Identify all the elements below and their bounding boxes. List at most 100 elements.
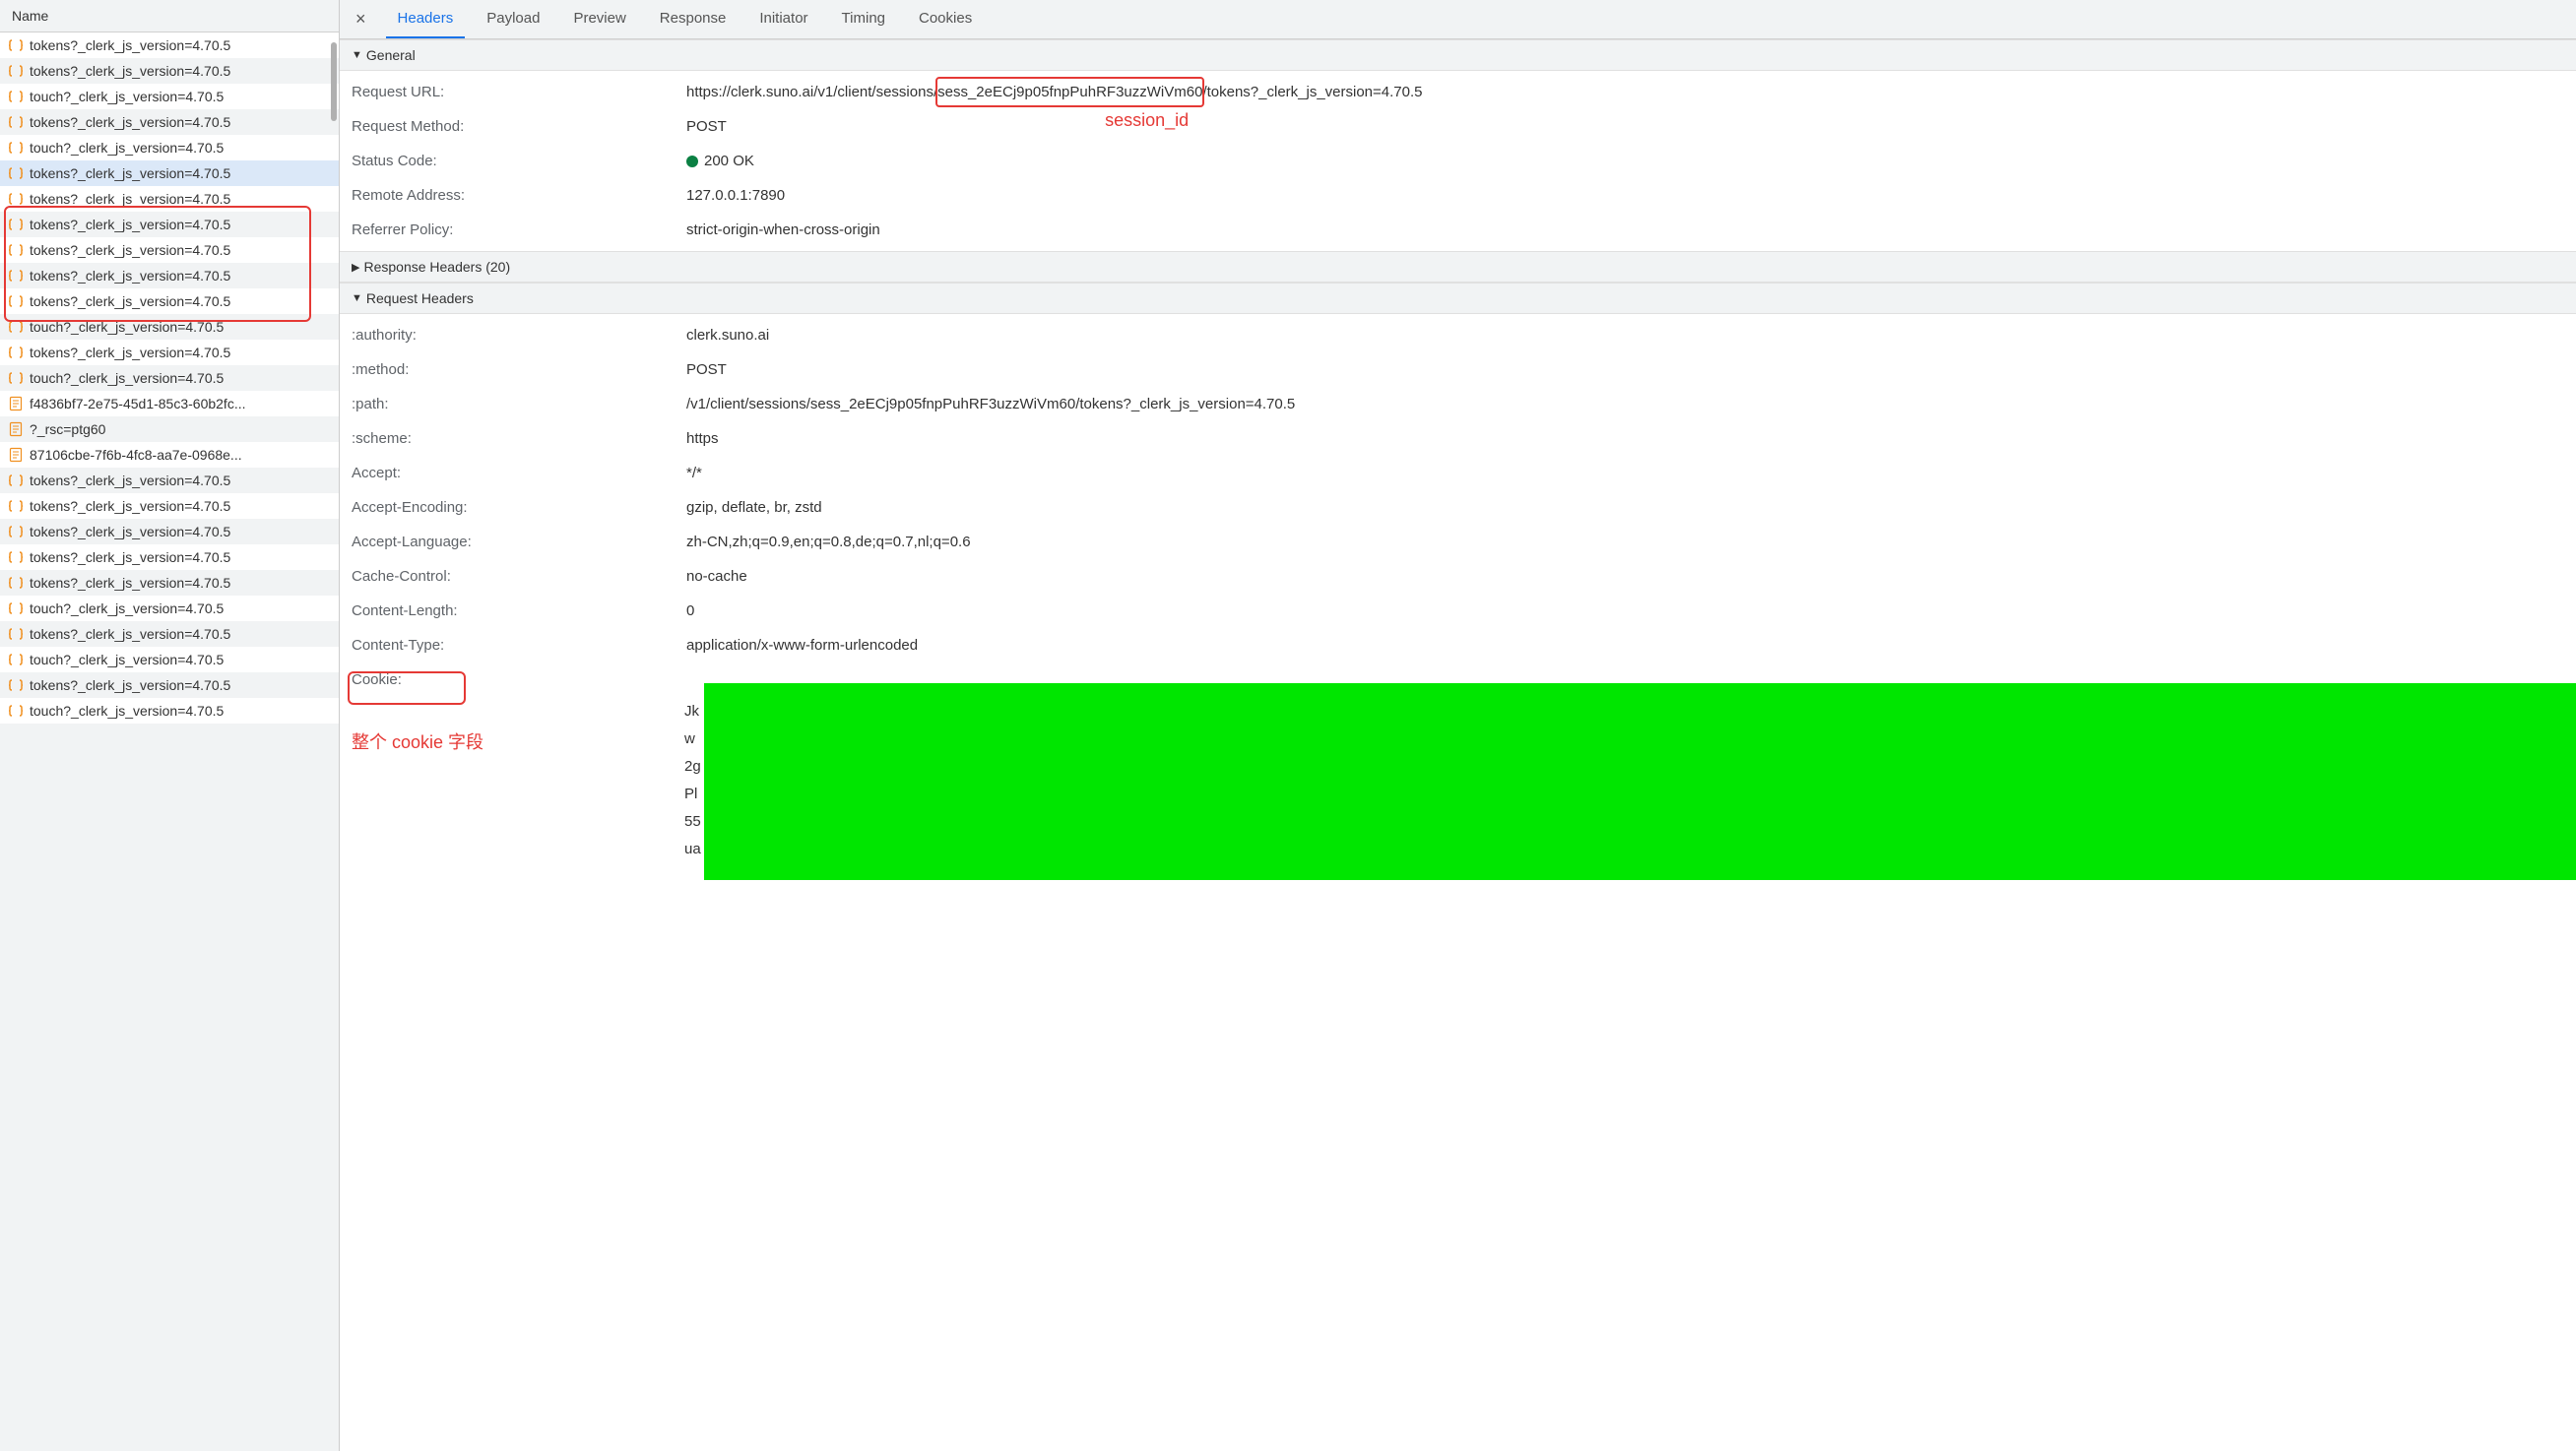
request-name: touch?_clerk_js_version=4.70.5 (30, 652, 224, 667)
request-row[interactable]: tokens?_clerk_js_version=4.70.5 (0, 570, 339, 596)
section-title-text: Response Headers (20) (363, 259, 510, 275)
request-name: tokens?_clerk_js_version=4.70.5 (30, 498, 230, 514)
header-key: Status Code: (352, 148, 686, 174)
json-icon (8, 242, 24, 258)
request-row[interactable]: touch?_clerk_js_version=4.70.5 (0, 84, 339, 109)
annotation-cookie-label: 整个 cookie 字段 (352, 728, 483, 754)
request-list[interactable]: tokens?_clerk_js_version=4.70.5tokens?_c… (0, 32, 339, 1451)
json-icon (8, 345, 24, 360)
section-header[interactable]: ▼General (340, 39, 2576, 71)
tab-initiator[interactable]: Initiator (747, 0, 819, 38)
request-name: tokens?_clerk_js_version=4.70.5 (30, 549, 230, 565)
header-row: :method:POST (340, 352, 2576, 387)
request-row[interactable]: touch?_clerk_js_version=4.70.5 (0, 314, 339, 340)
header-key: :scheme: (352, 425, 686, 452)
json-icon (8, 165, 24, 181)
header-value: https://clerk.suno.ai/v1/client/sessions… (686, 79, 2564, 105)
header-row: :authority:clerk.suno.ai (340, 318, 2576, 352)
header-row: Referrer Policy:strict-origin-when-cross… (340, 213, 2576, 247)
tab-cookies[interactable]: Cookies (907, 0, 984, 38)
request-row[interactable]: tokens?_clerk_js_version=4.70.5 (0, 288, 339, 314)
close-detail-button[interactable]: × (346, 3, 376, 35)
request-row[interactable]: touch?_clerk_js_version=4.70.5 (0, 135, 339, 160)
request-row[interactable]: tokens?_clerk_js_version=4.70.5 (0, 519, 339, 544)
header-key: Remote Address: (352, 182, 686, 209)
tab-timing[interactable]: Timing (830, 0, 897, 38)
request-name: touch?_clerk_js_version=4.70.5 (30, 600, 224, 616)
request-name: tokens?_clerk_js_version=4.70.5 (30, 63, 230, 79)
truncated-cookie-fragment: Pl (684, 786, 697, 802)
request-row[interactable]: tokens?_clerk_js_version=4.70.5 (0, 237, 339, 263)
request-row[interactable]: tokens?_clerk_js_version=4.70.5 (0, 58, 339, 84)
json-icon (8, 293, 24, 309)
header-key: Referrer Policy: (352, 217, 686, 243)
request-row[interactable]: touch?_clerk_js_version=4.70.5 (0, 647, 339, 672)
header-row: Remote Address:127.0.0.1:7890 (340, 178, 2576, 213)
request-row[interactable]: touch?_clerk_js_version=4.70.5 (0, 365, 339, 391)
doc-icon (8, 421, 24, 437)
request-name: tokens?_clerk_js_version=4.70.5 (30, 473, 230, 488)
header-row: Content-Length:0 (340, 594, 2576, 628)
header-value: 200 OK (686, 148, 2564, 174)
header-key: :path: (352, 391, 686, 417)
scrollbar-thumb[interactable] (331, 42, 337, 121)
request-row[interactable]: tokens?_clerk_js_version=4.70.5 (0, 544, 339, 570)
json-icon (8, 37, 24, 53)
request-row[interactable]: tokens?_clerk_js_version=4.70.5 (0, 32, 339, 58)
header-value: POST (686, 356, 2564, 383)
header-value: 127.0.0.1:7890 (686, 182, 2564, 209)
name-column-header: Name (12, 8, 48, 24)
request-row[interactable]: tokens?_clerk_js_version=4.70.5 (0, 621, 339, 647)
request-row[interactable]: touch?_clerk_js_version=4.70.5 (0, 596, 339, 621)
request-name: tokens?_clerk_js_version=4.70.5 (30, 345, 230, 360)
request-row[interactable]: tokens?_clerk_js_version=4.70.5 (0, 468, 339, 493)
json-icon (8, 191, 24, 207)
json-icon (8, 89, 24, 104)
header-value: /v1/client/sessions/sess_2eECj9p05fnpPuh… (686, 391, 2564, 417)
request-name: tokens?_clerk_js_version=4.70.5 (30, 217, 230, 232)
json-icon (8, 498, 24, 514)
header-key: Accept: (352, 460, 686, 486)
request-name: tokens?_clerk_js_version=4.70.5 (30, 37, 230, 53)
request-name: touch?_clerk_js_version=4.70.5 (30, 703, 224, 719)
request-row[interactable]: tokens?_clerk_js_version=4.70.5 (0, 340, 339, 365)
headers-content[interactable]: ▼GeneralRequest URL:https://clerk.suno.a… (340, 39, 2576, 1451)
annotation-session-id: sess_2eECj9p05fnpPuhRF3uzzWiVm60session_… (937, 79, 1202, 105)
request-row[interactable]: ?_rsc=ptg60 (0, 416, 339, 442)
request-row[interactable]: tokens?_clerk_js_version=4.70.5 (0, 160, 339, 186)
header-key: Content-Type: (352, 632, 686, 659)
header-value: application/x-www-form-urlencoded (686, 632, 2564, 659)
tab-preview[interactable]: Preview (561, 0, 637, 38)
request-name: touch?_clerk_js_version=4.70.5 (30, 89, 224, 104)
tab-headers[interactable]: Headers (386, 0, 466, 38)
request-list-header[interactable]: Name (0, 0, 339, 32)
json-icon (8, 268, 24, 284)
tab-response[interactable]: Response (648, 0, 739, 38)
request-row[interactable]: 87106cbe-7f6b-4fc8-aa7e-0968e... (0, 442, 339, 468)
header-row: :scheme:https (340, 421, 2576, 456)
request-name: tokens?_clerk_js_version=4.70.5 (30, 114, 230, 130)
request-name: touch?_clerk_js_version=4.70.5 (30, 140, 224, 156)
scrollbar-track (329, 32, 339, 1451)
json-icon (8, 370, 24, 386)
section-header[interactable]: ▼Request Headers (340, 283, 2576, 314)
chevron-down-icon: ▼ (352, 292, 362, 304)
section-header[interactable]: ▶Response Headers (20) (340, 251, 2576, 283)
json-icon (8, 652, 24, 667)
request-row[interactable]: tokens?_clerk_js_version=4.70.5 (0, 212, 339, 237)
header-key: Accept-Encoding: (352, 494, 686, 521)
json-icon (8, 549, 24, 565)
request-name: touch?_clerk_js_version=4.70.5 (30, 319, 224, 335)
request-row[interactable]: tokens?_clerk_js_version=4.70.5 (0, 493, 339, 519)
json-icon (8, 140, 24, 156)
request-name: tokens?_clerk_js_version=4.70.5 (30, 677, 230, 693)
request-row[interactable]: tokens?_clerk_js_version=4.70.5 (0, 109, 339, 135)
request-row[interactable]: tokens?_clerk_js_version=4.70.5 (0, 263, 339, 288)
header-row: :path:/v1/client/sessions/sess_2eECj9p05… (340, 387, 2576, 421)
tab-payload[interactable]: Payload (475, 0, 551, 38)
request-row[interactable]: f4836bf7-2e75-45d1-85c3-60b2fc... (0, 391, 339, 416)
header-key: Accept-Language: (352, 529, 686, 555)
request-row[interactable]: tokens?_clerk_js_version=4.70.5 (0, 186, 339, 212)
request-row[interactable]: touch?_clerk_js_version=4.70.5 (0, 698, 339, 724)
request-row[interactable]: tokens?_clerk_js_version=4.70.5 (0, 672, 339, 698)
